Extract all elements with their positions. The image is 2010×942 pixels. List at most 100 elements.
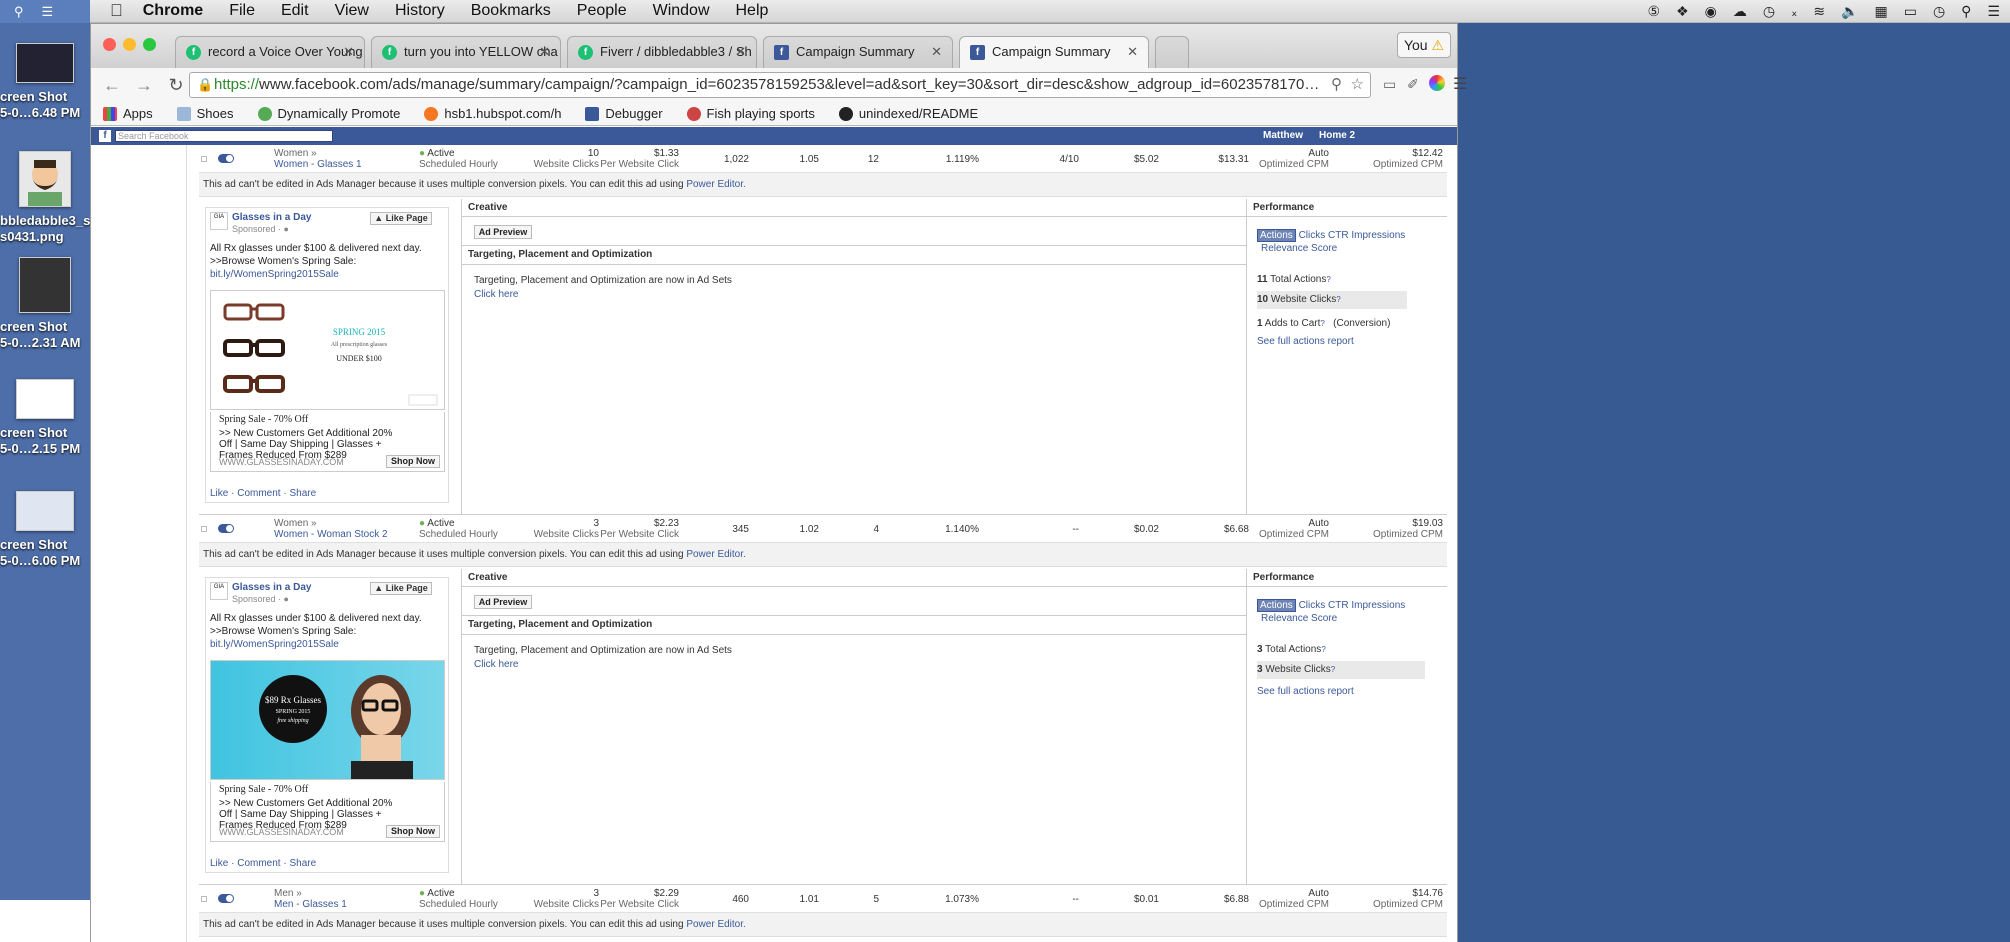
- notifications-icon[interactable]: ☰: [1987, 3, 2000, 20]
- close-tab-icon[interactable]: ✕: [539, 37, 550, 67]
- cast-icon[interactable]: ▭: [1383, 76, 1396, 93]
- tab-actions[interactable]: Actions: [1257, 229, 1296, 242]
- bluetooth-icon[interactable]: ᙮: [1791, 3, 1797, 20]
- see-full-actions-link[interactable]: See full actions report: [1257, 683, 1407, 701]
- row-checkbox[interactable]: [201, 526, 207, 532]
- cloud-icon[interactable]: ☁: [1733, 3, 1747, 20]
- bookmark-shoes[interactable]: Shoes: [176, 106, 234, 121]
- ad-name[interactable]: Women - Woman Stock 2: [274, 529, 388, 540]
- battery-icon[interactable]: ▭: [1904, 3, 1917, 20]
- help-icon[interactable]: ?: [1321, 645, 1325, 654]
- status-icon-5[interactable]: ⑤: [1648, 3, 1661, 20]
- bookmark-fish[interactable]: Fish playing sports: [686, 106, 815, 121]
- tab-ctr[interactable]: CTR: [1328, 230, 1349, 241]
- ad-toggle-switch[interactable]: [218, 524, 234, 533]
- like-comment-share-links[interactable]: Like · Comment · Share: [210, 488, 316, 499]
- close-tab-icon[interactable]: ✕: [931, 37, 942, 67]
- user-name[interactable]: Matthew: [1263, 130, 1303, 141]
- menu-view[interactable]: View: [335, 2, 369, 20]
- ad-image-glasses[interactable]: SPRING 2015 All prescription glasses UND…: [210, 290, 445, 410]
- like-page-button[interactable]: ▲ Like Page: [370, 212, 432, 225]
- help-icon[interactable]: ?: [1331, 665, 1335, 674]
- adset-name[interactable]: Men »: [274, 888, 302, 899]
- eyedropper-icon[interactable]: ✐: [1407, 76, 1419, 93]
- menu-icon[interactable]: ☰: [1453, 74, 1467, 94]
- bookmark-star-icon[interactable]: ☆: [1351, 73, 1364, 97]
- tab-relevance-score[interactable]: Relevance Score: [1261, 613, 1337, 624]
- bookmark-debugger[interactable]: Debugger: [585, 106, 663, 121]
- desktop-file-screenshot-2[interactable]: creen Shot 5-0…2.31 AM: [0, 257, 90, 351]
- tab-relevance-score[interactable]: Relevance Score: [1261, 243, 1337, 254]
- row-checkbox[interactable]: [201, 896, 207, 902]
- wifi-icon[interactable]: ≋: [1813, 3, 1825, 20]
- menu-window[interactable]: Window: [653, 2, 710, 20]
- menu-help[interactable]: Help: [736, 2, 769, 20]
- color-picker-icon[interactable]: [1429, 75, 1445, 91]
- tab-ctr[interactable]: CTR: [1328, 600, 1349, 611]
- reload-icon[interactable]: ↻: [165, 75, 187, 96]
- search-icon[interactable]: ⚲: [14, 4, 24, 20]
- close-tab-icon[interactable]: ✕: [735, 37, 746, 67]
- adset-name[interactable]: Women »: [274, 148, 317, 159]
- ad-toggle-switch[interactable]: [218, 894, 234, 903]
- table-row[interactable]: Women » Women - Woman Stock 2 ● Active S…: [199, 515, 1447, 543]
- tab-fiverr-yellow[interactable]: f turn you into YELLOW cha ✕: [371, 36, 561, 68]
- close-tab-icon[interactable]: ✕: [343, 37, 354, 67]
- facebook-logo-icon[interactable]: f: [99, 130, 111, 142]
- minimize-window-button[interactable]: [123, 38, 136, 51]
- ad-caption[interactable]: Spring Sale - 70% Off >> New Customers G…: [210, 782, 445, 842]
- page-name[interactable]: Glasses in a Day: [232, 582, 312, 593]
- desktop-file-screenshot-3[interactable]: creen Shot 5-0…2.15 PM: [0, 379, 90, 457]
- adset-name[interactable]: Women »: [274, 518, 317, 529]
- facebook-search-input[interactable]: Search Facebook: [115, 130, 333, 142]
- tab-clicks[interactable]: Clicks: [1299, 600, 1326, 611]
- ad-link[interactable]: bit.ly/WomenSpring2015Sale: [210, 268, 446, 281]
- menu-app-name[interactable]: Chrome: [143, 2, 203, 20]
- shop-now-button[interactable]: Shop Now: [386, 455, 440, 468]
- menu-file[interactable]: File: [229, 2, 255, 20]
- power-editor-link[interactable]: Power Editor.: [686, 179, 745, 190]
- help-icon[interactable]: ?: [1336, 295, 1340, 304]
- desktop-file-dibbledabble[interactable]: bbledabble3_s s0431.png: [0, 151, 90, 245]
- bookmark-github[interactable]: unindexed/README: [838, 106, 978, 121]
- tab-impressions[interactable]: Impressions: [1351, 230, 1405, 241]
- close-tab-icon[interactable]: ✕: [1127, 37, 1138, 67]
- bookmark-hubspot[interactable]: hsb1.hubspot.com/h: [424, 106, 561, 121]
- tab-fiverr-voice[interactable]: f record a Voice Over Young ✕: [175, 36, 365, 68]
- ad-name[interactable]: Women - Glasses 1: [274, 159, 362, 170]
- click-here-link[interactable]: Click here: [474, 658, 732, 672]
- zoom-icon[interactable]: ⚲: [1331, 73, 1342, 97]
- shop-now-button[interactable]: Shop Now: [386, 825, 440, 838]
- profile-button[interactable]: You ⚠: [1397, 32, 1451, 58]
- bookmark-apps[interactable]: Apps: [103, 106, 153, 121]
- spotlight-icon[interactable]: ⚲: [1961, 3, 1971, 20]
- see-full-actions-link[interactable]: See full actions report: [1257, 333, 1407, 351]
- power-editor-link[interactable]: Power Editor.: [686, 919, 745, 930]
- zoom-window-button[interactable]: [143, 38, 156, 51]
- menu-bookmarks[interactable]: Bookmarks: [471, 2, 551, 20]
- sync-icon[interactable]: ◉: [1705, 3, 1717, 20]
- menu-edit[interactable]: Edit: [281, 2, 309, 20]
- close-window-button[interactable]: [103, 38, 116, 51]
- tab-campaign-summary-1[interactable]: f Campaign Summary ✕: [763, 36, 953, 68]
- like-comment-share-links[interactable]: Like · Comment · Share: [210, 858, 316, 869]
- help-icon[interactable]: ?: [1326, 275, 1330, 284]
- bookmark-dynamically-promote[interactable]: Dynamically Promote: [257, 106, 400, 121]
- home-link[interactable]: Home 2: [1319, 130, 1355, 141]
- volume-icon[interactable]: 🔈: [1841, 3, 1858, 20]
- ad-preview-button[interactable]: Ad Preview: [474, 225, 532, 239]
- dropbox-icon[interactable]: ❖: [1676, 3, 1689, 20]
- ad-link[interactable]: bit.ly/WomenSpring2015Sale: [210, 638, 446, 651]
- ad-name[interactable]: Men - Glasses 1: [274, 899, 347, 910]
- click-here-link[interactable]: Click here: [474, 288, 732, 302]
- tab-impressions[interactable]: Impressions: [1351, 600, 1405, 611]
- desktop-file-screenshot-4[interactable]: creen Shot 5-0…6.06 PM: [0, 491, 90, 569]
- back-icon[interactable]: ←: [101, 75, 123, 96]
- clock-icon[interactable]: ◷: [1933, 3, 1945, 20]
- menu-people[interactable]: People: [577, 2, 627, 20]
- ad-caption[interactable]: Spring Sale - 70% Off >> New Customers G…: [210, 412, 445, 472]
- table-row[interactable]: Men » Men - Glasses 1 ● Active Scheduled…: [199, 885, 1447, 913]
- ad-image-woman[interactable]: $89 Rx Glasses SPRING 2015 free shipping: [210, 660, 445, 780]
- like-page-button[interactable]: ▲ Like Page: [370, 582, 432, 595]
- list-icon[interactable]: ☰: [42, 4, 54, 20]
